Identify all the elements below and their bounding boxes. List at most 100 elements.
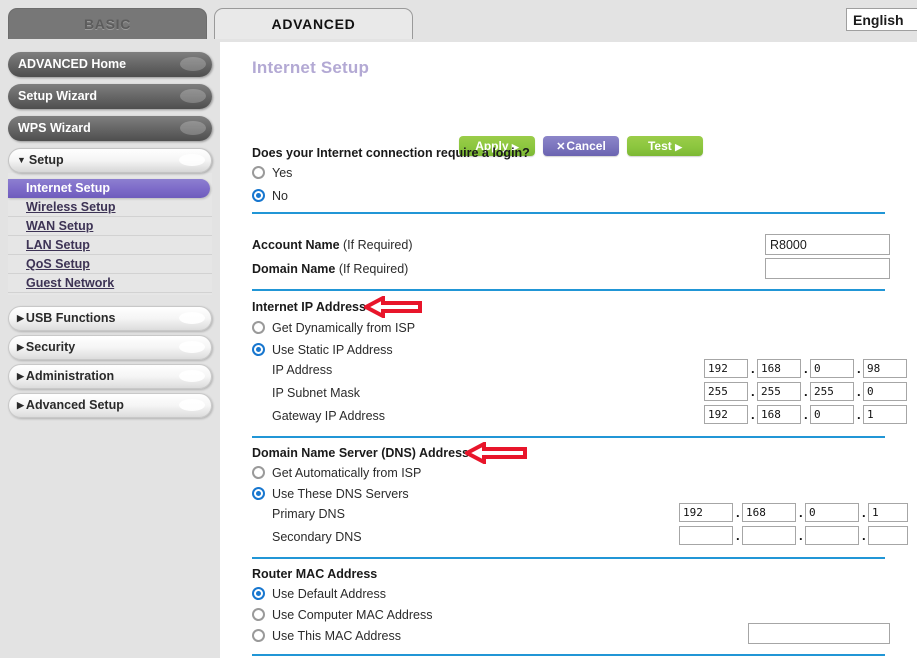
language-select-value: English bbox=[853, 12, 904, 28]
primary-dns-octet-4[interactable] bbox=[868, 503, 908, 522]
gateway-ip-octet-1[interactable] bbox=[704, 405, 748, 424]
radio-icon[interactable] bbox=[252, 166, 265, 179]
ip-address-octet-1[interactable] bbox=[704, 359, 748, 378]
sidebar-item-advanced-home[interactable]: ADVANCED Home bbox=[8, 52, 212, 77]
account-name-label-main: Account Name bbox=[252, 238, 340, 252]
ip-subnet-mask-octet-4[interactable] bbox=[863, 382, 907, 401]
sidebar-group-setup[interactable]: ▼ Setup bbox=[8, 148, 212, 173]
dns-radio-automatic-label: Get Automatically from ISP bbox=[272, 466, 422, 480]
gateway-ip-octet-2[interactable] bbox=[757, 405, 801, 424]
ip-address-octet-3[interactable] bbox=[810, 359, 854, 378]
internet-ip-radio-dynamic[interactable]: Get Dynamically from ISP bbox=[252, 321, 415, 335]
radio-icon[interactable] bbox=[252, 629, 265, 642]
sidebar-item-setup-wizard-label: Setup Wizard bbox=[18, 89, 98, 103]
ip-address-octet-4[interactable] bbox=[863, 359, 907, 378]
play-arrow-icon: ▶ bbox=[675, 142, 683, 152]
tab-advanced-label: ADVANCED bbox=[271, 16, 356, 32]
login-radio-no[interactable]: No bbox=[252, 189, 288, 203]
sidebar-item-guest-network[interactable]: Guest Network bbox=[8, 274, 212, 293]
caret-right-icon: ▶ bbox=[17, 313, 24, 323]
sidebar-item-wps-wizard[interactable]: WPS Wizard bbox=[8, 116, 212, 141]
sidebar-item-qos-setup[interactable]: QoS Setup bbox=[8, 255, 212, 274]
top-tab-strip: BASIC ADVANCED English bbox=[0, 0, 917, 41]
sidebar-item-wps-wizard-label: WPS Wizard bbox=[18, 121, 91, 135]
language-select[interactable]: English bbox=[846, 8, 917, 31]
cancel-button[interactable]: ✕Cancel bbox=[543, 136, 619, 156]
primary-dns-octet-3[interactable] bbox=[805, 503, 859, 522]
dns-radio-manual-label: Use These DNS Servers bbox=[272, 487, 409, 501]
radio-icon[interactable] bbox=[252, 608, 265, 621]
ip-subnet-mask-octet-1[interactable] bbox=[704, 382, 748, 401]
dns-radio-automatic[interactable]: Get Automatically from ISP bbox=[252, 466, 421, 480]
mac-radio-computer-label: Use Computer MAC Address bbox=[272, 608, 433, 622]
ip-subnet-mask-label: IP Subnet Mask bbox=[272, 386, 361, 400]
caret-right-icon: ▶ bbox=[17, 400, 24, 410]
mac-radio-this[interactable]: Use This MAC Address bbox=[252, 629, 401, 643]
sidebar-item-setup-wizard[interactable]: Setup Wizard bbox=[8, 84, 212, 109]
ip-subnet-mask-octet-2[interactable] bbox=[757, 382, 801, 401]
ip-address-octet-2[interactable] bbox=[757, 359, 801, 378]
divider-2 bbox=[252, 289, 885, 291]
domain-name-label: Domain Name (If Required) bbox=[252, 262, 408, 276]
gateway-ip-octet-4[interactable] bbox=[863, 405, 907, 424]
close-x-icon: ✕ bbox=[556, 141, 566, 153]
test-button[interactable]: Test ▶ bbox=[627, 136, 703, 156]
sidebar-group-advanced-setup-label: Advanced Setup bbox=[25, 398, 124, 412]
octet-dot: . bbox=[804, 407, 808, 422]
tab-basic[interactable]: BASIC bbox=[8, 8, 207, 41]
ip-subnet-mask-octet-3[interactable] bbox=[810, 382, 854, 401]
radio-icon[interactable] bbox=[252, 466, 265, 479]
sidebar-group-security[interactable]: ▶ Security bbox=[8, 335, 212, 360]
divider-3 bbox=[252, 436, 885, 438]
sidebar-item-internet-setup[interactable]: Internet Setup bbox=[8, 179, 210, 198]
account-name-input[interactable] bbox=[765, 234, 890, 255]
divider-4 bbox=[252, 557, 885, 559]
mac-address-input[interactable] bbox=[748, 623, 890, 644]
radio-icon[interactable] bbox=[252, 587, 265, 600]
annotation-left-arrow-icon-1 bbox=[364, 296, 422, 318]
sidebar-group-administration[interactable]: ▶ Administration bbox=[8, 364, 212, 389]
sidebar-group-advanced-setup[interactable]: ▶ Advanced Setup bbox=[8, 393, 212, 418]
octet-dot: . bbox=[799, 505, 803, 520]
secondary-dns-label: Secondary DNS bbox=[272, 530, 362, 544]
internet-ip-radio-static-label: Use Static IP Address bbox=[272, 343, 393, 357]
login-radio-yes-label: Yes bbox=[272, 166, 293, 180]
secondary-dns-octet-3[interactable] bbox=[805, 526, 859, 545]
sidebar-item-guest-network-label: Guest Network bbox=[26, 276, 115, 290]
annotation-left-arrow-icon-2 bbox=[465, 442, 527, 464]
page-title: Internet Setup bbox=[252, 58, 370, 77]
octet-dot: . bbox=[862, 505, 866, 520]
gateway-ip-octet-3[interactable] bbox=[810, 405, 854, 424]
radio-icon[interactable] bbox=[252, 343, 265, 356]
login-radio-yes[interactable]: Yes bbox=[252, 166, 292, 180]
secondary-dns-octet-1[interactable] bbox=[679, 526, 733, 545]
main-content: Internet Setup Apply ▶ ✕Cancel Test ▶ Do… bbox=[220, 42, 917, 658]
dns-radio-manual[interactable]: Use These DNS Servers bbox=[252, 487, 409, 501]
sidebar-item-wireless-setup[interactable]: Wireless Setup bbox=[8, 198, 212, 217]
octet-dot: . bbox=[857, 407, 861, 422]
mac-radio-computer[interactable]: Use Computer MAC Address bbox=[252, 608, 432, 622]
mac-radio-default[interactable]: Use Default Address bbox=[252, 587, 386, 601]
primary-dns-octet-2[interactable] bbox=[742, 503, 796, 522]
internet-ip-radio-static[interactable]: Use Static IP Address bbox=[252, 343, 393, 357]
sidebar-group-usb-functions[interactable]: ▶ USB Functions bbox=[8, 306, 212, 331]
tab-advanced[interactable]: ADVANCED bbox=[214, 8, 413, 41]
secondary-dns-octet-4[interactable] bbox=[868, 526, 908, 545]
domain-name-input[interactable] bbox=[765, 258, 890, 279]
octet-dot: . bbox=[857, 361, 861, 376]
radio-icon[interactable] bbox=[252, 487, 265, 500]
login-question-label: Does your Internet connection require a … bbox=[252, 146, 530, 160]
primary-dns-octet-1[interactable] bbox=[679, 503, 733, 522]
account-name-label: Account Name (If Required) bbox=[252, 238, 413, 252]
radio-icon[interactable] bbox=[252, 321, 265, 334]
sidebar-item-wan-setup[interactable]: WAN Setup bbox=[8, 217, 212, 236]
sidebar-item-wan-setup-label: WAN Setup bbox=[26, 219, 94, 233]
ip-address-label: IP Address bbox=[272, 363, 333, 377]
login-radio-no-label: No bbox=[272, 189, 288, 203]
radio-icon[interactable] bbox=[252, 189, 265, 202]
caret-down-icon: ▼ bbox=[17, 155, 26, 165]
sidebar-item-lan-setup[interactable]: LAN Setup bbox=[8, 236, 212, 255]
secondary-dns-octet-2[interactable] bbox=[742, 526, 796, 545]
octet-dot: . bbox=[804, 361, 808, 376]
